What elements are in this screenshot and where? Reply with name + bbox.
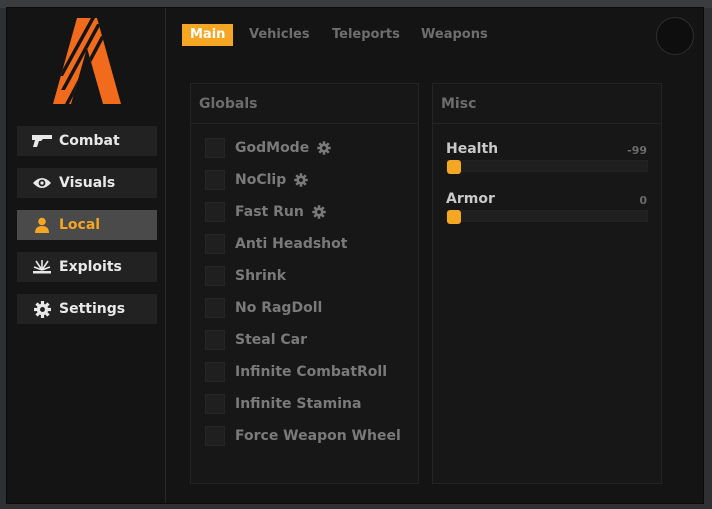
option-label: Force Weapon Wheel bbox=[235, 428, 401, 444]
option-godmode: GodMode bbox=[205, 138, 331, 158]
armor-slider: Armor 0 bbox=[446, 189, 648, 224]
gear-icon[interactable] bbox=[317, 141, 331, 155]
checkbox[interactable] bbox=[205, 266, 225, 286]
explosion-icon bbox=[31, 259, 53, 275]
option-label: Steal Car bbox=[235, 332, 308, 348]
sidebar-item-label: Visuals bbox=[59, 175, 116, 191]
gear-icon[interactable] bbox=[312, 205, 326, 219]
avatar[interactable] bbox=[656, 17, 694, 55]
sidebar-item-label: Local bbox=[59, 217, 101, 233]
option-infinite-combatroll: Infinite CombatRoll bbox=[205, 362, 387, 382]
checkbox[interactable] bbox=[205, 234, 225, 254]
checkbox[interactable] bbox=[205, 330, 225, 350]
menu-window: Combat Visuals Local Exploits Settings M… bbox=[6, 7, 704, 504]
option-fast-run: Fast Run bbox=[205, 202, 326, 222]
panel-title: Misc bbox=[433, 84, 661, 124]
sidebar-item-local[interactable]: Local bbox=[17, 210, 157, 240]
sidebar-item-combat[interactable]: Combat bbox=[17, 126, 157, 156]
option-anti-headshot: Anti Headshot bbox=[205, 234, 347, 254]
option-force-weapon-wheel: Force Weapon Wheel bbox=[205, 426, 401, 446]
checkbox[interactable] bbox=[205, 202, 225, 222]
option-shrink: Shrink bbox=[205, 266, 286, 286]
health-slider: Health -99 bbox=[446, 139, 648, 174]
gear-icon[interactable] bbox=[294, 173, 308, 187]
sidebar-item-label: Settings bbox=[59, 301, 126, 317]
option-noclip: NoClip bbox=[205, 170, 308, 190]
slider-track[interactable] bbox=[446, 160, 648, 174]
checkbox[interactable] bbox=[205, 426, 225, 446]
eye-icon bbox=[31, 175, 53, 191]
option-label: NoClip bbox=[235, 172, 287, 188]
tab-teleports[interactable]: Teleports bbox=[324, 24, 408, 46]
option-label: GodMode bbox=[235, 140, 310, 156]
sidebar-item-settings[interactable]: Settings bbox=[17, 294, 157, 324]
checkbox[interactable] bbox=[205, 394, 225, 414]
sidebar-item-label: Exploits bbox=[59, 259, 122, 275]
globals-panel: Globals GodMode NoClip Fast Run Anti Hea… bbox=[190, 83, 419, 484]
checkbox[interactable] bbox=[205, 138, 225, 158]
option-label: No RagDoll bbox=[235, 300, 323, 316]
checkbox[interactable] bbox=[205, 170, 225, 190]
option-label: Fast Run bbox=[235, 204, 304, 220]
option-no-ragdoll: No RagDoll bbox=[205, 298, 322, 318]
slider-label: Health bbox=[446, 141, 499, 157]
gun-icon bbox=[31, 133, 53, 149]
tab-main[interactable]: Main bbox=[182, 24, 234, 46]
option-label: Infinite CombatRoll bbox=[235, 364, 388, 380]
tab-weapons[interactable]: Weapons bbox=[413, 24, 496, 46]
slider-thumb[interactable] bbox=[447, 210, 461, 224]
tab-vehicles[interactable]: Vehicles bbox=[241, 24, 318, 46]
panel-title: Globals bbox=[191, 84, 418, 124]
slider-thumb[interactable] bbox=[447, 160, 461, 174]
fivem-logo-icon bbox=[53, 18, 121, 104]
option-label: Shrink bbox=[235, 268, 287, 284]
gear-icon bbox=[31, 300, 53, 318]
sidebar-item-exploits[interactable]: Exploits bbox=[17, 252, 157, 282]
option-label: Anti Headshot bbox=[235, 236, 348, 252]
checkbox[interactable] bbox=[205, 362, 225, 382]
misc-panel: Misc Health -99 Armor 0 bbox=[432, 83, 662, 484]
user-icon bbox=[31, 217, 53, 233]
option-infinite-stamina: Infinite Stamina bbox=[205, 394, 361, 414]
option-steal-car: Steal Car bbox=[205, 330, 307, 350]
slider-value: 0 bbox=[639, 194, 647, 207]
checkbox[interactable] bbox=[205, 298, 225, 318]
option-label: Infinite Stamina bbox=[235, 396, 362, 412]
sidebar-item-visuals[interactable]: Visuals bbox=[17, 168, 157, 198]
slider-track[interactable] bbox=[446, 210, 648, 224]
sidebar: Combat Visuals Local Exploits Settings bbox=[7, 8, 166, 503]
sidebar-item-label: Combat bbox=[59, 133, 120, 149]
slider-value: -99 bbox=[627, 144, 647, 157]
slider-label: Armor bbox=[446, 191, 495, 207]
